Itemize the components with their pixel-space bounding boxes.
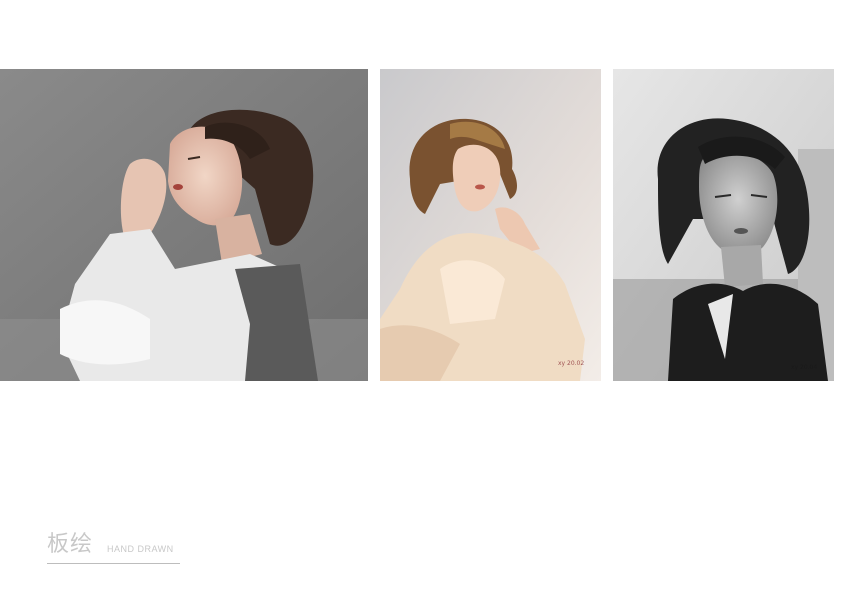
caption-subtitle: HAND DRAWN xyxy=(107,544,174,554)
artwork-portrait-white-shirt[interactable] xyxy=(0,69,368,381)
artwork-3-signature: xy 20.04 xyxy=(791,364,817,371)
caption-underline xyxy=(47,563,180,564)
artwork-portrait-black-white[interactable]: xy 20.04 xyxy=(613,69,834,381)
artwork-portrait-cream-blouse[interactable]: xy 20.02 xyxy=(380,69,601,381)
caption-title: 板绘 xyxy=(47,532,94,557)
artwork-2-image: xy 20.02 xyxy=(380,69,601,381)
artwork-2-signature: xy 20.02 xyxy=(558,360,584,367)
portfolio-page: xy 20.02 xy 20.04 板绘 HAND DRAWN xyxy=(0,0,848,600)
artwork-3-image: xy 20.04 xyxy=(613,69,834,381)
artwork-1-image xyxy=(0,69,368,381)
